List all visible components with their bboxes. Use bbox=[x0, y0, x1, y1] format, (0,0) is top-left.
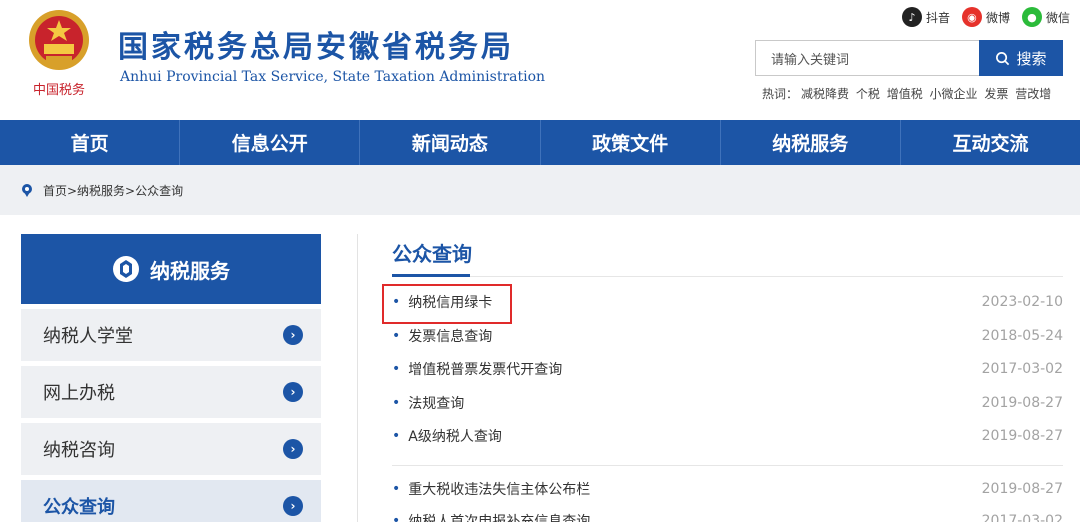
list-title: 公众查询 bbox=[392, 242, 472, 266]
list-item-label: 纳税人首次申报补充信息查询 bbox=[408, 514, 591, 522]
sidebar-item-label: 纳税咨询 bbox=[43, 440, 115, 461]
search-button-label: 搜索 bbox=[1016, 50, 1047, 68]
site-subtitle: Anhui Provincial Tax Service, State Taxa… bbox=[120, 69, 546, 85]
social-links: ♪ 抖音 ◉ 微博 ● 微信 bbox=[901, 7, 1070, 27]
hot-word[interactable]: 营改增 bbox=[1015, 87, 1051, 101]
list-item-label: A级纳税人查询 bbox=[408, 429, 502, 445]
chevron-right-icon: › bbox=[283, 439, 303, 459]
main-nav: 首页 信息公开 新闻动态 政策文件 纳税服务 互动交流 bbox=[0, 120, 1080, 165]
chevron-right-icon: › bbox=[283, 496, 303, 516]
list-item[interactable]: • 增值税普票发票代开查询 2017-03-02 bbox=[392, 357, 1063, 381]
bullet-icon: • bbox=[392, 361, 401, 377]
hot-words-label: 热词： bbox=[762, 87, 799, 101]
location-pin-icon bbox=[22, 184, 32, 197]
list-item-label: 增值税普票发票代开查询 bbox=[408, 362, 563, 378]
bullet-icon: • bbox=[392, 395, 401, 411]
bullet-icon: • bbox=[392, 428, 401, 444]
breadcrumb-bar: 首页>纳税服务>公众查询 bbox=[0, 165, 1080, 215]
search-button[interactable]: 搜索 bbox=[979, 40, 1063, 76]
sidebar-item-taxpayer-school[interactable]: 纳税人学堂 › bbox=[21, 309, 321, 361]
list-item-date: 2017-03-02 bbox=[981, 513, 1063, 522]
search-icon bbox=[996, 51, 1010, 65]
hot-word[interactable]: 小微企业 bbox=[930, 87, 978, 101]
list-item[interactable]: • A级纳税人查询 2019-08-27 bbox=[392, 424, 1063, 448]
list-item[interactable]: • 法规查询 2019-08-27 bbox=[392, 391, 1063, 415]
search-input[interactable]: 请输入关键词 bbox=[755, 40, 979, 76]
list-item[interactable]: • 纳税人首次申报补充信息查询 2017-03-02 bbox=[392, 509, 1063, 522]
tax-service-icon bbox=[113, 256, 139, 282]
chevron-right-icon: › bbox=[283, 325, 303, 345]
site-header: 中国税务 国家税务总局安徽省税务局 Anhui Provincial Tax S… bbox=[0, 0, 1080, 118]
social-douyin-label: 抖音 bbox=[925, 10, 950, 25]
list-item-label: 法规查询 bbox=[408, 396, 465, 412]
social-weibo[interactable]: ◉ 微博 bbox=[961, 7, 1010, 27]
sidebar-item-public-query[interactable]: 公众查询 › bbox=[21, 480, 321, 522]
title-underline bbox=[392, 274, 470, 277]
wechat-icon: ● bbox=[1021, 7, 1042, 27]
column-divider bbox=[357, 234, 358, 522]
group-divider bbox=[392, 465, 1063, 466]
list-item-date: 2017-03-02 bbox=[981, 361, 1063, 377]
nav-news[interactable]: 新闻动态 bbox=[360, 120, 541, 165]
nav-interaction[interactable]: 互动交流 bbox=[901, 120, 1080, 165]
emblem-caption: 中国税务 bbox=[33, 82, 85, 98]
breadcrumb[interactable]: 首页>纳税服务>公众查询 bbox=[43, 182, 183, 199]
douyin-icon: ♪ bbox=[901, 7, 922, 27]
site-title: 国家税务总局安徽省税务局 bbox=[118, 30, 514, 65]
sidebar-item-tax-consult[interactable]: 纳税咨询 › bbox=[21, 423, 321, 475]
list-item[interactable]: • 重大税收违法失信主体公布栏 2019-08-27 bbox=[392, 477, 1063, 501]
hot-word[interactable]: 个税 bbox=[856, 87, 880, 101]
bullet-icon: • bbox=[392, 513, 401, 522]
social-weibo-label: 微博 bbox=[985, 10, 1010, 25]
list-item-label: 发票信息查询 bbox=[408, 329, 493, 345]
chevron-right-icon: › bbox=[283, 382, 303, 402]
nav-tax-service[interactable]: 纳税服务 bbox=[721, 120, 901, 165]
sidebar-heading: 纳税服务 bbox=[21, 234, 321, 304]
list-item-date: 2023-02-10 bbox=[981, 294, 1063, 310]
nav-policy[interactable]: 政策文件 bbox=[541, 120, 721, 165]
list-item-date: 2019-08-27 bbox=[981, 395, 1063, 411]
list-item-date: 2019-08-27 bbox=[981, 481, 1063, 497]
weibo-icon: ◉ bbox=[961, 7, 982, 27]
hot-words: 热词： 减税降费 个税 增值税 小微企业 发票 营改增 bbox=[762, 85, 1054, 102]
highlight-box bbox=[382, 284, 512, 324]
sidebar-item-label: 网上办税 bbox=[43, 383, 115, 404]
social-wechat-label: 微信 bbox=[1045, 10, 1070, 25]
nav-info-disclosure[interactable]: 信息公开 bbox=[180, 120, 361, 165]
social-wechat[interactable]: ● 微信 bbox=[1021, 7, 1070, 27]
bullet-icon: • bbox=[392, 328, 401, 344]
tax-emblem-logo[interactable]: 中国税务 bbox=[22, 6, 96, 106]
nav-home[interactable]: 首页 bbox=[0, 120, 181, 165]
sidebar-item-label: 纳税人学堂 bbox=[43, 326, 133, 347]
list-item-date: 2019-08-27 bbox=[981, 428, 1063, 444]
list-item[interactable]: • 发票信息查询 2018-05-24 bbox=[392, 324, 1063, 348]
hot-word[interactable]: 发票 bbox=[984, 87, 1008, 101]
hot-word[interactable]: 减税降费 bbox=[801, 87, 849, 101]
hot-word[interactable]: 增值税 bbox=[887, 87, 923, 101]
list-item-label: 重大税收违法失信主体公布栏 bbox=[408, 482, 591, 498]
sidebar-item-label: 公众查询 bbox=[43, 497, 115, 518]
sidebar-heading-label: 纳税服务 bbox=[150, 258, 230, 283]
bullet-icon: • bbox=[392, 481, 401, 497]
title-rule bbox=[392, 276, 1063, 277]
sidebar-item-online-tax[interactable]: 网上办税 › bbox=[21, 366, 321, 418]
social-douyin[interactable]: ♪ 抖音 bbox=[901, 7, 950, 27]
list-item-date: 2018-05-24 bbox=[981, 328, 1063, 344]
